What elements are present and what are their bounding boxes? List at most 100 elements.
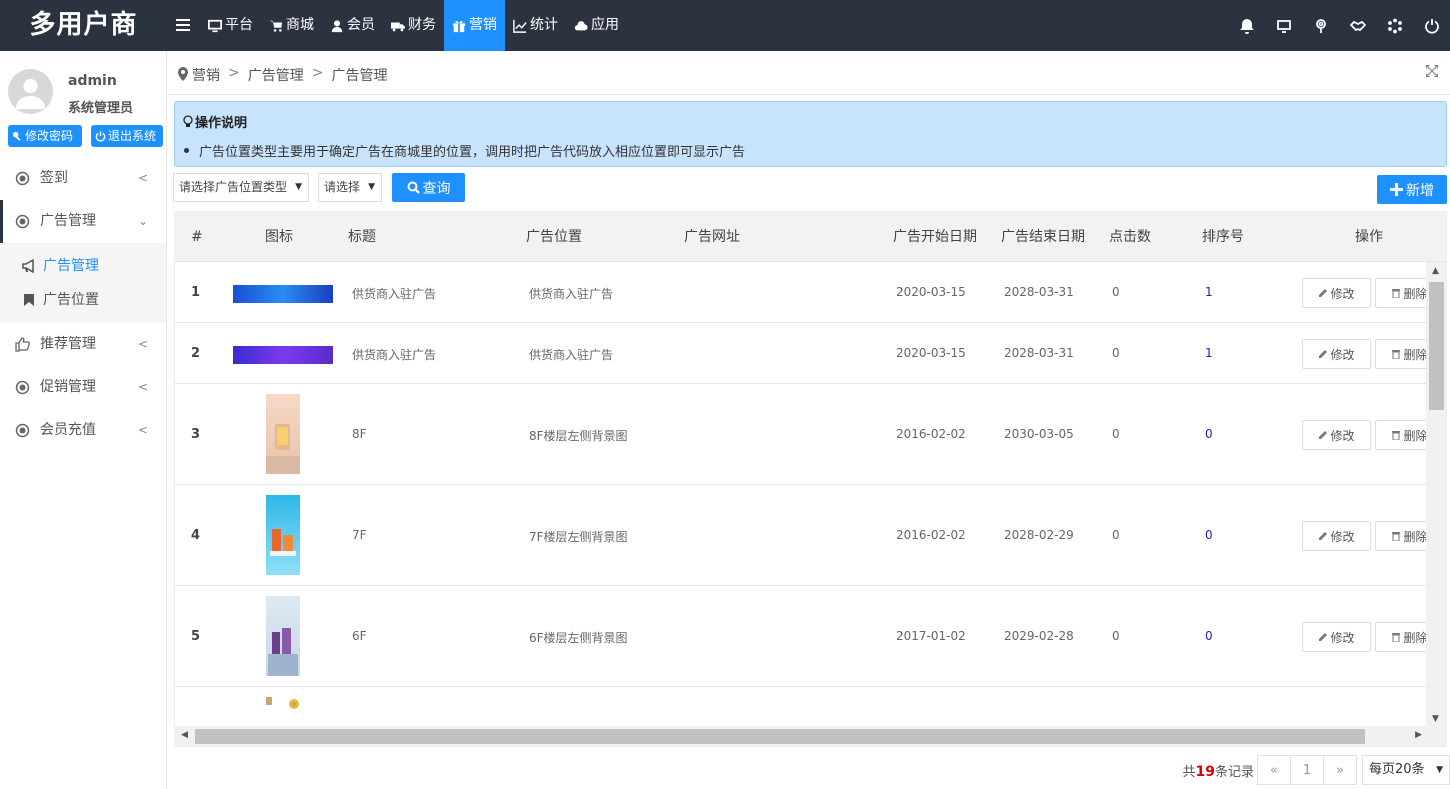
cell-clicks: 0	[1112, 629, 1120, 643]
cell-sort[interactable]: 1	[1205, 346, 1213, 360]
sidebar-subitem-ad-position[interactable]: 广告位置	[0, 283, 166, 317]
next-page-button[interactable]: »	[1323, 755, 1357, 785]
col-header-clicks[interactable]: 点击数	[1109, 212, 1151, 262]
cell-sort[interactable]: 1	[1205, 285, 1213, 299]
col-header-icon[interactable]: 图标	[265, 212, 293, 262]
logout-button[interactable]: 退出系统	[91, 125, 163, 147]
delete-button[interactable]: 删除	[1375, 339, 1428, 369]
edit-button[interactable]: 修改	[1302, 521, 1371, 551]
col-header-sort[interactable]: 排序号	[1202, 212, 1244, 262]
horizontal-scrollbar[interactable]: ◀ ▶	[175, 726, 1446, 746]
pencil-icon	[1319, 532, 1328, 540]
trash-icon	[1392, 350, 1401, 359]
vertical-scrollbar[interactable]: ▲ ▼	[1426, 262, 1446, 728]
breadcrumb-root[interactable]: 营销	[192, 65, 220, 85]
prev-page-button[interactable]: «	[1257, 755, 1291, 785]
nav-item-mall[interactable]: 商城	[261, 0, 322, 51]
tips-title-text: 操作说明	[195, 116, 248, 131]
col-header-title[interactable]: 标题	[348, 212, 376, 262]
edit-button[interactable]: 修改	[1302, 339, 1371, 369]
sidebar-item-ad-management[interactable]: 广告管理 ⌄	[0, 200, 166, 243]
sidebar: admin 系统管理员 修改密码 退出系统 签到 < 广告管理 ⌄ 广告管理 广…	[0, 51, 167, 789]
search-button[interactable]: 查询	[392, 173, 465, 202]
power-icon	[95, 130, 106, 141]
fullscreen-icon[interactable]	[1426, 65, 1438, 77]
nav-item-platform[interactable]: 平台	[200, 0, 261, 51]
col-header-url[interactable]: 广告网址	[684, 212, 740, 262]
ad-image-thumbnail[interactable]	[266, 495, 300, 575]
ad-image-thumbnail[interactable]	[266, 697, 300, 711]
circle-dot-icon	[15, 214, 30, 229]
cell-position: 供货商入驻广告	[529, 348, 614, 362]
ad-position-type-select[interactable]: 请选择广告位置类型 ▼	[173, 173, 309, 202]
delete-button[interactable]: 删除	[1375, 622, 1428, 652]
page-button-current[interactable]: 1	[1290, 755, 1324, 785]
table-row: 2 供货商入驻广告 供货商入驻广告 2020-03-15 2028-03-31 …	[175, 323, 1428, 384]
breadcrumb-separator: >	[311, 65, 324, 81]
ad-image-thumbnail[interactable]	[233, 285, 333, 303]
power-icon[interactable]	[1413, 0, 1450, 51]
ad-image-thumbnail[interactable]	[266, 596, 300, 676]
handshake-icon[interactable]	[1339, 0, 1376, 51]
cell-sort[interactable]: 0	[1205, 629, 1213, 643]
bell-icon[interactable]	[1228, 0, 1265, 51]
ad-image-thumbnail[interactable]	[233, 346, 333, 364]
total-suffix: 条记录	[1214, 764, 1254, 780]
table-body: 1 供货商入驻广告 供货商入驻广告 2020-03-15 2028-03-31 …	[175, 262, 1428, 728]
location-icon[interactable]	[1302, 0, 1339, 51]
col-header-end-date[interactable]: 广告结束日期	[1001, 212, 1085, 262]
col-header-start-date[interactable]: 广告开始日期	[893, 212, 977, 262]
col-header-index[interactable]: #	[191, 212, 203, 262]
horizontal-scroll-thumb[interactable]	[195, 729, 1365, 744]
cell-title: 6F	[352, 629, 367, 643]
pencil-icon	[1319, 350, 1328, 358]
cell-sort[interactable]: 0	[1205, 528, 1213, 542]
main-content: 营销 > 广告管理 > 广告管理 操作说明 广告位置类型主要用于确定广告在商城里…	[168, 51, 1450, 789]
nav-item-marketing[interactable]: 营销	[444, 0, 505, 51]
sidebar-item-promotion[interactable]: 促销管理 <	[0, 366, 166, 409]
sidebar-item-recommend[interactable]: 推荐管理 <	[0, 323, 166, 366]
scroll-right-arrow-icon[interactable]: ▶	[1415, 730, 1422, 740]
secondary-select[interactable]: 请选择 ▼	[318, 173, 382, 202]
scroll-up-arrow-icon[interactable]: ▲	[1432, 266, 1439, 276]
vertical-scroll-thumb[interactable]	[1429, 282, 1444, 410]
breadcrumb-level1[interactable]: 广告管理	[248, 65, 304, 85]
topbar-icons	[1228, 0, 1450, 51]
table-row	[175, 687, 1428, 728]
user-name: admin	[68, 73, 117, 89]
edit-button[interactable]: 修改	[1302, 622, 1371, 652]
nav-item-member[interactable]: 会员	[322, 0, 383, 51]
delete-button[interactable]: 删除	[1375, 278, 1428, 308]
sidebar-subitem-label: 广告管理	[43, 258, 99, 274]
sidebar-item-recharge[interactable]: 会员充值 <	[0, 409, 166, 452]
col-header-position[interactable]: 广告位置	[526, 212, 582, 262]
cell-sort[interactable]: 0	[1205, 427, 1213, 441]
ad-image-thumbnail[interactable]	[266, 394, 300, 474]
submenu-ad: 广告管理 广告位置	[0, 243, 166, 323]
nav-label: 财务	[408, 17, 436, 33]
sidebar-item-signin[interactable]: 签到 <	[0, 157, 166, 200]
change-password-button[interactable]: 修改密码	[8, 125, 82, 147]
delete-button[interactable]: 删除	[1375, 420, 1428, 450]
spinner-icon[interactable]	[1376, 0, 1413, 51]
add-button[interactable]: 新增	[1377, 175, 1447, 204]
menu-toggle-icon[interactable]	[176, 0, 192, 51]
page-size-select[interactable]: 每页20条 ▼	[1362, 755, 1450, 785]
monitor-icon[interactable]	[1265, 0, 1302, 51]
main-nav: 平台 商城 会员 财务 营销 统计 应用	[200, 0, 627, 51]
delete-button[interactable]: 删除	[1375, 521, 1428, 551]
brand-logo[interactable]: 多用户商	[0, 0, 167, 51]
plus-icon	[1390, 183, 1403, 196]
scroll-left-arrow-icon[interactable]: ◀	[181, 730, 188, 740]
sidebar-item-label: 广告管理	[40, 213, 96, 229]
edit-button[interactable]: 修改	[1302, 278, 1371, 308]
caret-down-icon: ▼	[368, 182, 375, 192]
sidebar-subitem-ad-management[interactable]: 广告管理	[0, 249, 166, 283]
nav-item-finance[interactable]: 财务	[383, 0, 444, 51]
nav-item-apps[interactable]: 应用	[566, 0, 627, 51]
gift-icon	[452, 20, 466, 32]
nav-item-statistics[interactable]: 统计	[505, 0, 566, 51]
scroll-down-arrow-icon[interactable]: ▼	[1432, 714, 1439, 724]
edit-button[interactable]: 修改	[1302, 420, 1371, 450]
caret-down-icon: ▼	[1436, 765, 1443, 775]
